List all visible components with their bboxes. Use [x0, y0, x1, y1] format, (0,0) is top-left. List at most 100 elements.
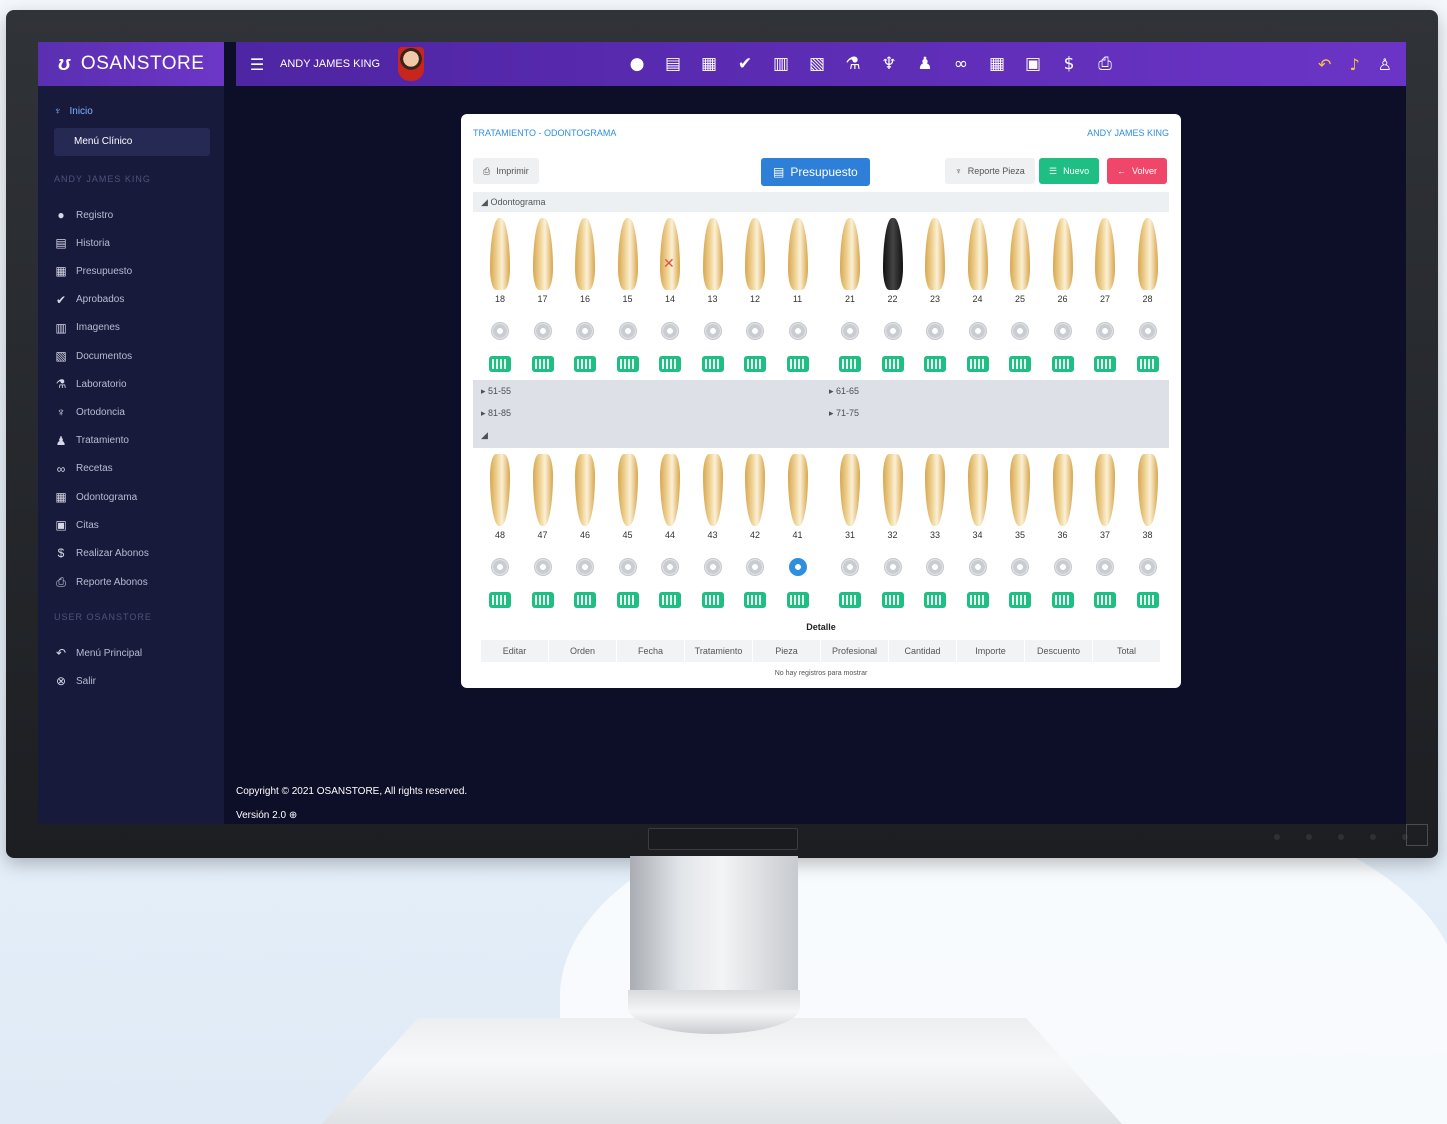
tooth-17[interactable]: 17	[522, 216, 564, 308]
quadrant-toggle[interactable]: ▸ 61-65	[829, 386, 859, 397]
tooth-grid-icon[interactable]	[744, 356, 766, 372]
tooth-surface-icon[interactable]	[533, 558, 552, 576]
tooth-41[interactable]: 41	[777, 452, 819, 544]
tooth-15[interactable]: 15	[607, 216, 649, 308]
tooth-surface-icon[interactable]	[1053, 322, 1072, 340]
column-header[interactable]: Tratamiento	[685, 640, 753, 662]
tooth-45[interactable]: 45	[607, 452, 649, 544]
sidebar-item-odontograma[interactable]: ▦ Odontograma	[54, 490, 137, 504]
tooth-grid-icon[interactable]	[966, 592, 989, 608]
tooth-46[interactable]: 46	[564, 452, 606, 544]
tooth-11[interactable]: 11	[777, 216, 819, 308]
tooth-grid-icon[interactable]	[1051, 356, 1074, 372]
tooth-surface-icon[interactable]	[746, 558, 764, 576]
tooth-42[interactable]: 42	[734, 452, 776, 544]
tooth-grid-icon[interactable]	[839, 356, 861, 372]
bell-icon[interactable]: ♪	[1349, 55, 1359, 74]
tooth-surface-icon[interactable]	[491, 558, 509, 576]
tooth-surface-icon[interactable]	[841, 558, 859, 576]
column-header[interactable]: Cantidad	[889, 640, 957, 662]
sidebar-item-realizar-abonos[interactable]: $ Realizar Abonos	[54, 546, 149, 560]
sidebar-item-citas[interactable]: ▣ Citas	[54, 518, 98, 532]
tooth-surface-icon[interactable]	[968, 558, 987, 576]
table-icon[interactable]: ▦	[986, 53, 1008, 75]
calendar-icon[interactable]: ▣	[1022, 53, 1044, 75]
tooth-grid-icon[interactable]	[531, 356, 554, 372]
tooth-surface-icon[interactable]	[1096, 558, 1114, 576]
column-header[interactable]: Fecha	[617, 640, 685, 662]
tooth-14[interactable]: 14	[649, 216, 691, 308]
tooth-grid-icon[interactable]	[786, 356, 809, 372]
tooth-grid-icon[interactable]	[881, 356, 904, 372]
column-header[interactable]: Profesional	[821, 640, 889, 662]
tooth-18[interactable]: 18	[479, 216, 521, 308]
tooth-grid-icon[interactable]	[924, 592, 946, 608]
sidebar-item-laboratorio[interactable]: ⚗ Laboratorio	[54, 377, 127, 391]
tooth-surface-icon[interactable]	[968, 322, 987, 340]
tooth-surface-icon[interactable]	[703, 322, 722, 340]
tooth-grid-icon[interactable]	[966, 356, 989, 372]
sidebar-item-menu-clinico[interactable]: Menú Clínico	[54, 128, 210, 156]
column-header[interactable]: Editar	[481, 640, 549, 662]
tooth-surface-icon[interactable]	[576, 558, 594, 576]
sidebar-item-historia[interactable]: ▤ Historia	[54, 236, 110, 250]
tooth-28[interactable]: 28	[1127, 216, 1169, 308]
tooth-surface-icon[interactable]	[788, 322, 807, 340]
column-header[interactable]: Importe	[957, 640, 1025, 662]
sidebar-item-menú-principal[interactable]: ↶ Menú Principal	[54, 646, 142, 660]
tooth-grid-icon[interactable]	[1136, 592, 1159, 608]
tooth-16[interactable]: 16	[564, 216, 606, 308]
tooth-24[interactable]: 24	[957, 216, 999, 308]
column-header[interactable]: Total	[1093, 640, 1161, 662]
tooth-31[interactable]: 31	[829, 452, 871, 544]
sidebar-item-imagenes[interactable]: ▥ Imagenes	[54, 321, 120, 335]
tooth-48[interactable]: 48	[479, 452, 521, 544]
tooth-grid-icon[interactable]	[616, 356, 639, 372]
sidebar-item-tratamiento[interactable]: ♟ Tratamiento	[54, 434, 129, 448]
tooth-grid-icon[interactable]	[531, 592, 554, 608]
sidebar-item-inicio[interactable]: ♆ Inicio	[54, 106, 93, 117]
tooth-grid-icon[interactable]	[701, 356, 724, 372]
hamburger-menu-icon[interactable]: ☰	[246, 55, 268, 74]
tooth-grid-icon[interactable]	[881, 592, 904, 608]
tooth-surface-icon[interactable]	[661, 558, 679, 576]
reporte-pieza-button[interactable]: ♆ Reporte Pieza	[945, 158, 1035, 184]
file-invoice-icon[interactable]: ▦	[698, 53, 720, 75]
tooth-surface-icon[interactable]	[1011, 558, 1029, 576]
tooth-grid-icon[interactable]	[701, 592, 724, 608]
tooth-surface-icon[interactable]	[1096, 322, 1114, 340]
tooth-43[interactable]: 43	[692, 452, 734, 544]
tooth-47[interactable]: 47	[522, 452, 564, 544]
tooth-icon[interactable]: ♆	[878, 53, 900, 75]
tooth-grid-icon[interactable]	[574, 356, 596, 372]
flask-icon[interactable]: ⚗	[842, 53, 864, 75]
file-image-icon[interactable]: ▥	[770, 53, 792, 75]
tooth-surface-icon[interactable]	[533, 322, 552, 340]
presupuesto-button[interactable]: ▤ Presupuesto	[761, 158, 870, 186]
tooth-surface-icon[interactable]	[618, 558, 637, 576]
tooth-22[interactable]: 22	[872, 216, 914, 308]
tooth-grid-icon[interactable]	[839, 592, 861, 608]
odontograma-section-header[interactable]: ◢ Odontograma	[473, 192, 1169, 212]
tooth-surface-icon[interactable]	[491, 322, 509, 340]
tooth-surface-icon[interactable]	[883, 322, 902, 340]
file-upload-icon[interactable]: ▧	[806, 53, 828, 75]
tooth-grid-icon[interactable]	[574, 592, 596, 608]
sidebar-item-documentos[interactable]: ▧ Documentos	[54, 349, 132, 363]
tooth-grid-icon[interactable]	[659, 592, 681, 608]
tooth-21[interactable]: 21	[829, 216, 871, 308]
tooth-surface-icon[interactable]	[576, 322, 594, 340]
user-md-icon[interactable]: ♟	[914, 53, 936, 75]
tooth-34[interactable]: 34	[957, 452, 999, 544]
tooth-27[interactable]: 27	[1084, 216, 1126, 308]
tooth-grid-icon[interactable]	[744, 592, 766, 608]
tooth-surface-icon[interactable]	[1138, 558, 1157, 576]
pills-icon[interactable]: ∞	[950, 53, 972, 75]
sidebar-item-registro[interactable]: ● Registro	[54, 208, 113, 222]
tooth-grid-icon[interactable]	[1009, 592, 1031, 608]
tooth-grid-icon[interactable]	[1094, 592, 1116, 608]
column-header[interactable]: Descuento	[1025, 640, 1093, 662]
sidebar-item-ortodoncia[interactable]: ♆ Ortodoncia	[54, 405, 125, 419]
tooth-12[interactable]: 12	[734, 216, 776, 308]
tooth-surface-icon[interactable]	[788, 558, 807, 576]
